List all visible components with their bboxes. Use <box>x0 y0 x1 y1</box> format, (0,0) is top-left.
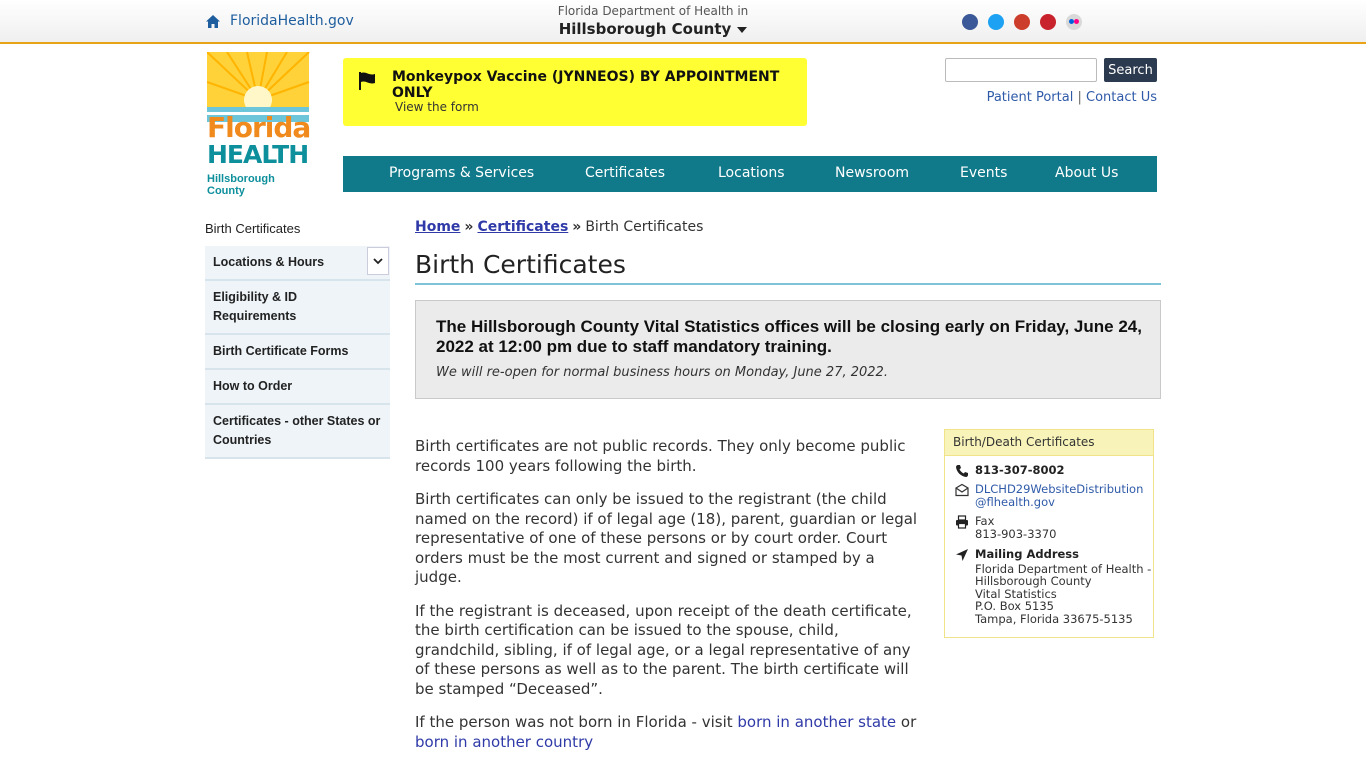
contact-phone-row: 813-307-8002 <box>955 464 1065 478</box>
envelope-open-icon <box>955 483 969 497</box>
notice-subtext: We will re-open for normal business hour… <box>436 365 888 380</box>
paragraph-other-births: If the person was not born in Florida - … <box>415 713 925 752</box>
nav-programs-services[interactable]: Programs & Services <box>389 165 534 181</box>
sidebar-title[interactable]: Birth Certificates <box>205 221 300 236</box>
contact-heading: Birth/Death Certificates <box>945 430 1153 456</box>
contact-email-row: DLCHD29WebsiteDistribution @flhealth.gov <box>955 483 1143 508</box>
sidebar-item-how-to-order[interactable]: How to Order <box>205 370 390 405</box>
contact-fax-label: Fax <box>975 514 995 528</box>
contact-mail-line: Hillsborough County <box>975 574 1092 588</box>
nav-about-us[interactable]: About Us <box>1055 165 1118 181</box>
paragraph-public-records: Birth certificates are not public record… <box>415 437 906 475</box>
flag-icon <box>359 72 375 90</box>
search-button[interactable]: Search <box>1104 58 1157 82</box>
county-subtitle: Florida Department of Health in <box>557 4 749 18</box>
flickr-icon[interactable] <box>1066 14 1082 30</box>
alert-banner: Monkeypox Vaccine (JYNNEOS) BY APPOINTME… <box>343 58 807 126</box>
breadcrumb-current: Birth Certificates <box>585 219 704 235</box>
facebook-icon[interactable] <box>962 14 978 30</box>
nav-events[interactable]: Events <box>960 165 1007 181</box>
contact-mail-label: Mailing Address <box>975 547 1079 561</box>
contact-fax-number: 813-903-3370 <box>975 526 1057 541</box>
nav-locations[interactable]: Locations <box>718 165 785 181</box>
county-name: Hillsborough County <box>558 20 732 38</box>
pinterest-icon[interactable] <box>1040 14 1056 30</box>
florida-health-logo[interactable]: Florida HEALTH Hillsborough County <box>206 51 311 197</box>
sidebar-item-eligibility[interactable]: Eligibility & ID Requirements <box>205 281 390 335</box>
sidebar-nav: Locations & Hours Eligibility & ID Requi… <box>205 246 390 459</box>
contact-email-link[interactable]: DLCHD29WebsiteDistribution @flhealth.gov <box>975 483 1143 508</box>
logo-health-text: HEALTH <box>207 140 309 169</box>
paragraph-eligibility: Birth certificates can only be issued to… <box>415 490 918 586</box>
sidebar-item-label: How to Order <box>213 379 293 393</box>
sidebar-item-other-states[interactable]: Certificates - other States or Countries <box>205 405 390 459</box>
search-input[interactable] <box>945 58 1097 82</box>
paragraph-deceased: If the registrant is deceased, upon rece… <box>415 601 912 698</box>
breadcrumb-separator: » <box>572 219 582 235</box>
sidebar-item-label: Certificates - other States or Countries <box>213 414 381 447</box>
paragraph-text: If the person was not born in Florida - … <box>415 713 738 731</box>
contact-us-link[interactable]: Contact Us <box>1086 90 1157 105</box>
born-another-country-link[interactable]: born in another country <box>415 733 593 751</box>
sidebar-item-label: Birth Certificate Forms <box>213 344 349 358</box>
contact-phone: 813-307-8002 <box>975 463 1065 477</box>
contact-fax-block: Fax 813-903-3370 <box>975 515 1056 540</box>
closure-notice: The Hillsborough County Vital Statistics… <box>415 300 1161 399</box>
page-title: Birth Certificates <box>415 250 1161 285</box>
breadcrumb-certificates[interactable]: Certificates <box>477 219 568 235</box>
sidebar-item-locations-hours[interactable]: Locations & Hours <box>205 246 390 281</box>
alert-title: Monkeypox Vaccine (JYNNEOS) BY APPOINTME… <box>392 69 780 101</box>
patient-portal-link[interactable]: Patient Portal <box>987 90 1074 105</box>
chevron-down-icon <box>373 257 383 264</box>
contact-mail-row: Mailing Address Florida Department of He… <box>955 548 1151 625</box>
contact-fax-row: Fax 813-903-3370 <box>955 515 1056 540</box>
nav-newsroom[interactable]: Newsroom <box>835 165 909 181</box>
location-arrow-icon <box>956 549 968 561</box>
util-separator: | <box>1077 90 1082 105</box>
alert-view-form-link[interactable]: View the form <box>395 100 479 114</box>
county-dropdown[interactable]: Hillsborough County <box>530 19 776 39</box>
main-content: Birth certificates are not public record… <box>415 437 925 766</box>
breadcrumb-separator: » <box>464 219 474 235</box>
social-links <box>962 14 1082 30</box>
home-icon <box>206 14 220 28</box>
expand-toggle[interactable] <box>367 247 389 275</box>
contact-mail-line: P.O. Box 5135 <box>975 599 1054 613</box>
sidebar-item-label: Eligibility & ID Requirements <box>213 290 298 323</box>
sidebar-item-label: Locations & Hours <box>213 255 325 269</box>
caret-down-icon <box>737 26 748 33</box>
notice-heading: The Hillsborough County Vital Statistics… <box>436 317 1142 356</box>
born-another-state-link[interactable]: born in another state <box>737 713 896 731</box>
paragraph-text: or <box>896 713 917 731</box>
top-bar: FloridaHealth.gov Florida Department of … <box>0 0 1366 44</box>
twitter-icon[interactable] <box>988 14 1004 30</box>
main-navigation: Programs & Services Certificates Locatio… <box>343 156 1157 192</box>
utility-links: Patient Portal | Contact Us <box>987 90 1157 105</box>
floridahealth-home-link[interactable]: FloridaHealth.gov <box>205 13 354 29</box>
home-link-label: FloridaHealth.gov <box>230 13 354 29</box>
contact-email-line2: @flhealth.gov <box>975 494 1055 509</box>
printer-icon <box>956 515 968 529</box>
contact-box: Birth/Death Certificates 813-307-8002 DL… <box>944 429 1154 638</box>
nav-certificates[interactable]: Certificates <box>585 165 665 181</box>
logo-county-text: Hillsborough County <box>207 173 275 197</box>
breadcrumb: Home» Certificates» Birth Certificates <box>415 219 703 235</box>
sidebar-item-forms[interactable]: Birth Certificate Forms <box>205 335 390 370</box>
breadcrumb-home[interactable]: Home <box>415 219 460 235</box>
youtube-icon[interactable] <box>1014 14 1030 30</box>
contact-mail-line: Tampa, Florida 33675-5135 <box>975 611 1133 626</box>
contact-mail-block: Mailing Address Florida Department of He… <box>975 548 1151 625</box>
phone-icon <box>956 465 968 477</box>
county-selector: Florida Department of Health in Hillsbor… <box>530 4 776 39</box>
